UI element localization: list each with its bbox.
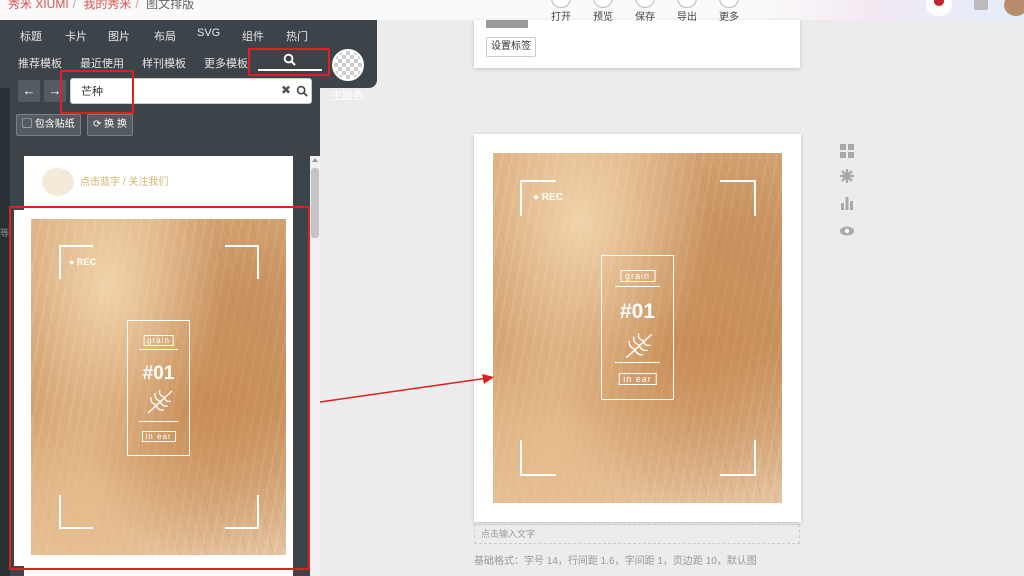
tab-recent[interactable]: 最近使用 bbox=[80, 55, 124, 71]
wheat-photo: ● REC grain #01 in ear bbox=[31, 219, 286, 555]
follow-us-text: 点击蓝字 / 关注我们 bbox=[80, 177, 169, 188]
frame-corner bbox=[225, 245, 259, 279]
side-strip: 量 等 bbox=[0, 20, 10, 576]
export-button[interactable]: 导出 bbox=[666, 0, 708, 23]
tab-sample[interactable]: 样刊模板 bbox=[142, 55, 186, 71]
include-stickers-button[interactable]: ▢ 包含贴纸 bbox=[16, 114, 81, 136]
breadcrumb: 秀米 XIUMI / 我的秀米 / 图文排版 bbox=[8, 0, 198, 12]
editor-toolbar: 打开 预览 保存 导出 更多 bbox=[540, 0, 750, 23]
tab-component[interactable]: 组件 bbox=[242, 28, 264, 44]
template-item[interactable]: ● REC grain #01 in ear bbox=[14, 210, 293, 566]
grid-icon[interactable] bbox=[839, 143, 855, 159]
more-button[interactable]: 更多 bbox=[708, 0, 750, 23]
tab-recommended[interactable]: 推荐模板 bbox=[18, 55, 62, 71]
breadcrumb-current: 图文排版 bbox=[146, 0, 195, 11]
theme-color-swatch[interactable] bbox=[332, 49, 364, 81]
swap-button[interactable]: ⟳ 换 换 bbox=[87, 114, 133, 136]
set-tag-button[interactable]: 设置标签 bbox=[486, 37, 536, 57]
list-scroll-thumb[interactable] bbox=[311, 168, 319, 238]
theme-color-label: 主题色 bbox=[331, 90, 364, 102]
wheat-icon bbox=[147, 389, 173, 414]
canvas-wheat-photo[interactable]: ● REC grain #01 in ear bbox=[493, 153, 782, 503]
search-input[interactable] bbox=[81, 80, 271, 102]
frame-corner bbox=[59, 495, 93, 529]
eye-icon[interactable] bbox=[839, 223, 855, 239]
grain-label-box: grain #01 in ear bbox=[601, 255, 674, 400]
frame-corner bbox=[720, 180, 756, 216]
tab-card[interactable]: 卡片 bbox=[65, 28, 87, 44]
active-tab-indicator bbox=[258, 69, 322, 71]
tab-hot[interactable]: 热门 bbox=[286, 28, 308, 44]
more-icon bbox=[719, 0, 739, 8]
scroll-up-icon[interactable] bbox=[312, 158, 318, 162]
open-icon bbox=[551, 0, 571, 8]
save-icon bbox=[635, 0, 655, 8]
search-submit-icon[interactable] bbox=[296, 85, 308, 97]
save-button[interactable]: 保存 bbox=[624, 0, 666, 23]
bar-chart-icon[interactable] bbox=[839, 195, 855, 211]
breadcrumb-my-xiumi[interactable]: 我的秀米 bbox=[83, 0, 131, 11]
search-icon[interactable] bbox=[283, 53, 296, 66]
settings-icon[interactable] bbox=[839, 168, 855, 184]
frame-corner bbox=[520, 440, 556, 476]
rec-label: ● REC bbox=[533, 192, 563, 203]
clear-icon[interactable]: ✖ bbox=[281, 83, 291, 97]
open-button[interactable]: 打开 bbox=[540, 0, 582, 23]
wheat-logo-icon bbox=[42, 168, 74, 196]
wheat-icon bbox=[625, 333, 653, 359]
text-input-line[interactable]: 点击输入文字 bbox=[474, 524, 800, 544]
frame-corner bbox=[720, 440, 756, 476]
rec-label: ● REC bbox=[69, 257, 96, 267]
back-button[interactable]: ← bbox=[18, 80, 40, 102]
frame-corner bbox=[225, 495, 259, 529]
export-icon bbox=[677, 0, 697, 8]
bell-icon[interactable] bbox=[974, 0, 988, 10]
breadcrumb-home[interactable]: 秀米 XIUMI bbox=[8, 0, 69, 11]
header-image-placeholder bbox=[486, 20, 528, 28]
tab-more-templates[interactable]: 更多模板 bbox=[204, 55, 248, 71]
tab-svg[interactable]: SVG bbox=[197, 27, 220, 39]
drag-arrow bbox=[319, 374, 494, 403]
tab-image[interactable]: 图片 bbox=[108, 28, 130, 44]
preview-icon bbox=[593, 0, 613, 8]
tab-layout[interactable]: 布局 bbox=[154, 28, 176, 44]
grain-label-box: grain #01 in ear bbox=[127, 320, 190, 456]
preview-button[interactable]: 预览 bbox=[582, 0, 624, 23]
forward-button[interactable]: → bbox=[44, 80, 66, 102]
search-box: ✖ bbox=[70, 78, 312, 104]
format-info: 基础格式：字号 14，行间距 1.6，字间距 1，页边距 10，默认图 bbox=[474, 556, 757, 567]
tab-title[interactable]: 标题 bbox=[20, 28, 42, 44]
canvas-article: ● REC grain #01 in ear bbox=[474, 134, 801, 522]
